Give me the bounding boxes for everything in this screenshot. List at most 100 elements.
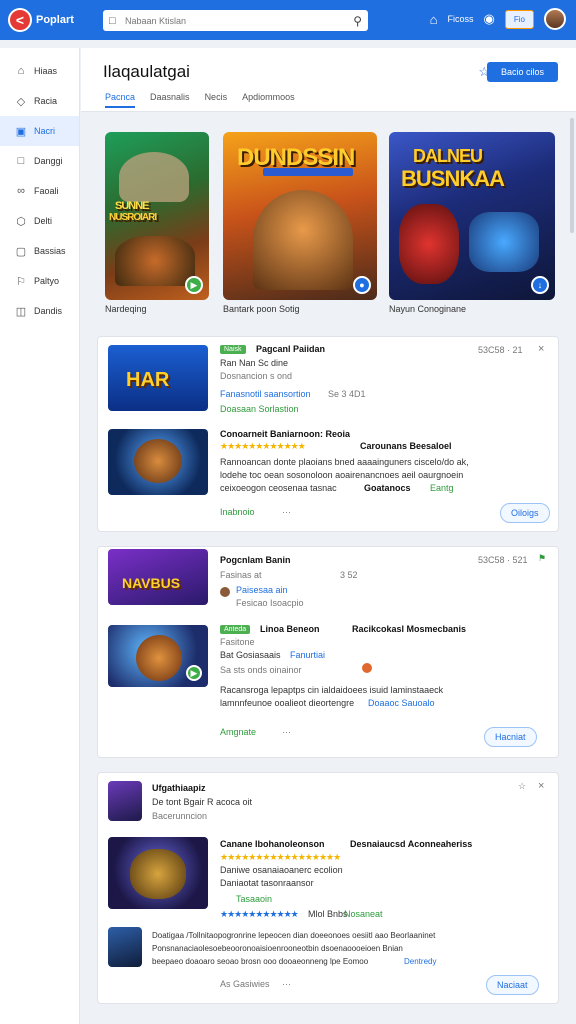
featured-card-2[interactable]: DUNDSSIN ●	[223, 132, 377, 300]
search-icon[interactable]: ⚲	[353, 14, 362, 28]
rating-stars: ★★★★★★★★★★★★	[220, 441, 306, 451]
card-footer-label: As Gasiwies	[220, 979, 270, 989]
info-icon[interactable]: ●	[353, 276, 371, 294]
card-headline[interactable]: Linoa Beneon	[260, 624, 320, 634]
settings-icon: ◫	[15, 305, 27, 318]
feed-card-2[interactable]: NAVBUS Pogcnlam Banin 53C58 · 521 ⚑ Fasi…	[97, 546, 559, 758]
more-icon[interactable]: ⋯	[282, 727, 291, 738]
featured-card-1[interactable]: SUNNE NUSROIARI ▶	[105, 132, 209, 300]
card-headline: Desnaiaucsd Aconneaheriss	[350, 839, 473, 849]
card-title[interactable]: Pagcanl Paiidan	[256, 344, 325, 354]
card-link[interactable]: Dentredy	[404, 957, 436, 966]
game-thumbnail[interactable]	[108, 429, 208, 495]
status-badge: Anteda	[220, 625, 251, 634]
flag-icon[interactable]: ⚑	[538, 553, 546, 564]
rating-stars: ★★★★★★★★★★★	[220, 909, 299, 919]
sidebar-item-racia[interactable]: ◇ Racia	[0, 86, 79, 116]
top-pill-button[interactable]: Fio	[504, 9, 534, 29]
featured-title-line2: NUSROIARI	[109, 212, 157, 223]
card-link[interactable]: Fanurtiai	[290, 650, 325, 660]
primary-action-button[interactable]: Bacio cilos	[486, 62, 558, 82]
card-body: Eantg	[430, 483, 454, 493]
card-action-button[interactable]: Hacniat	[484, 727, 537, 747]
card-meta: Se 3 4D1	[328, 389, 366, 399]
timestamp: 53C58 · 21	[478, 345, 523, 355]
game-thumbnail[interactable]	[108, 781, 142, 821]
featured-title-line1: DALNEU	[413, 146, 483, 166]
eye-icon[interactable]: ◉	[484, 11, 495, 27]
card-meta: Fesicao Isoacpio	[236, 598, 304, 608]
download-icon[interactable]: ↓	[531, 276, 549, 294]
more-icon[interactable]: ⋯	[282, 507, 291, 518]
game-thumbnail[interactable]	[108, 837, 208, 909]
sidebar-item-label: Danggi	[34, 156, 63, 166]
card-meta: Tasaaoin	[236, 894, 273, 904]
feed-card-3[interactable]: Ufgathiaapiz ☆ × De tont Bgair R acoca o…	[97, 772, 559, 1004]
card-meta: Nosaneat	[344, 909, 383, 919]
app-logo[interactable]: < Poplart	[8, 8, 94, 32]
sidebar: ⌂ Hiaas ◇ Racia ▣ Nacri □ Danggi ∞ Faoali ⬡ De…	[0, 48, 80, 1024]
tab-pacnca[interactable]: Pacnca	[105, 92, 136, 108]
tab-necis[interactable]: Necis	[205, 92, 228, 108]
play-icon[interactable]: ▶	[186, 665, 202, 681]
featured-title-line2: BUSNKAA	[401, 166, 505, 191]
tab-daasnalis[interactable]: Daasnalis	[150, 92, 190, 108]
sidebar-item-label: Hiaas	[34, 66, 58, 76]
game-thumbnail[interactable]	[108, 927, 142, 967]
card-subtitle: 3 52	[340, 570, 358, 580]
card-link[interactable]: Doaaoc Sauoalo	[368, 698, 435, 708]
sidebar-item-danggi[interactable]: □ Danggi	[0, 146, 79, 176]
card-body: Doatigaa /Tollnitaopogronrine lepeocen d…	[152, 931, 436, 940]
star-icon[interactable]: ☆	[518, 781, 526, 792]
sidebar-item-delti[interactable]: ⬡ Delti	[0, 206, 79, 236]
home-icon[interactable]: ⌂	[430, 12, 438, 27]
sidebar-item-dandis[interactable]: ◫ Dandis	[0, 296, 79, 326]
featured-title-line1: SUNNE	[115, 200, 150, 212]
feed-card-1[interactable]: HAR Naisk Pagcanl Paiidan 53C58 · 21 × R…	[97, 336, 559, 532]
game-thumbnail[interactable]: ▶	[108, 625, 208, 687]
search-box[interactable]: □ ⚲	[103, 10, 368, 31]
more-icon[interactable]: ⋯	[282, 979, 291, 990]
avatar	[220, 587, 230, 597]
card-subtitle: De tont Bgair R acoca oit	[152, 797, 253, 807]
close-icon[interactable]: ×	[538, 343, 544, 355]
card-title[interactable]: Ufgathiaapiz	[152, 783, 206, 793]
sidebar-item-label: Nacri	[34, 126, 56, 136]
play-icon[interactable]: ▶	[185, 276, 203, 294]
card-link[interactable]: Paisesaa ain	[236, 585, 288, 595]
featured-art	[263, 168, 353, 176]
sidebar-item-faoali[interactable]: ∞ Faoali	[0, 176, 79, 206]
sidebar-item-paltyo[interactable]: ⚐ Paltyo	[0, 266, 79, 296]
thumbnail-art	[130, 849, 186, 899]
status-badge: Naisk	[220, 345, 246, 354]
sidebar-item-nacri[interactable]: ▣ Nacri	[0, 116, 79, 146]
card-action-button[interactable]: Oiloigs	[500, 503, 550, 523]
featured-caption: Nayun Conoginane	[389, 304, 467, 314]
thumbnail-art	[134, 439, 182, 483]
game-thumbnail[interactable]: NAVBUS	[108, 549, 208, 605]
sidebar-item-bassias[interactable]: ▢ Bassias	[0, 236, 79, 266]
top-label[interactable]: Ficoss	[448, 14, 474, 24]
search-input[interactable]	[125, 15, 354, 26]
card-action-button[interactable]: Naciaat	[486, 975, 539, 995]
card-meta: Doasaan Sorlastion	[220, 404, 299, 414]
card-headline: Carounans Beesaloel	[360, 441, 452, 451]
close-icon[interactable]: ×	[538, 780, 544, 792]
featured-card-3[interactable]: DALNEU BUSNKAA ↓	[389, 132, 555, 300]
card-headline[interactable]: Conoarneit Baniarnoon: Reoia	[220, 429, 350, 439]
game-thumbnail[interactable]: HAR	[108, 345, 208, 411]
timestamp: 53C58 · 521	[478, 555, 528, 565]
scrollbar-thumb[interactable]	[570, 118, 574, 233]
sidebar-item-label: Dandis	[34, 306, 63, 316]
tab-apdiommoos[interactable]: Apdiommoos	[242, 92, 295, 108]
link-icon: ∞	[17, 185, 25, 197]
avatar[interactable]	[544, 8, 566, 30]
card-headline[interactable]: Canane Ibohanoleonson	[220, 839, 325, 849]
card-title[interactable]: Pogcnlam Banin	[220, 555, 291, 565]
card-body: lamnnfeunoe ooalieot dieortengre	[220, 698, 355, 708]
card-body: lodehe toc oean sosonoloon aoairenancnoe…	[220, 470, 464, 480]
card-meta: Mlol Bnbs	[308, 909, 348, 919]
card-link[interactable]: Fanasnotil saansortion	[220, 389, 311, 399]
sidebar-item-hiaas[interactable]: ⌂ Hiaas	[0, 56, 79, 86]
card-meta: Bacerunncion	[152, 811, 208, 821]
